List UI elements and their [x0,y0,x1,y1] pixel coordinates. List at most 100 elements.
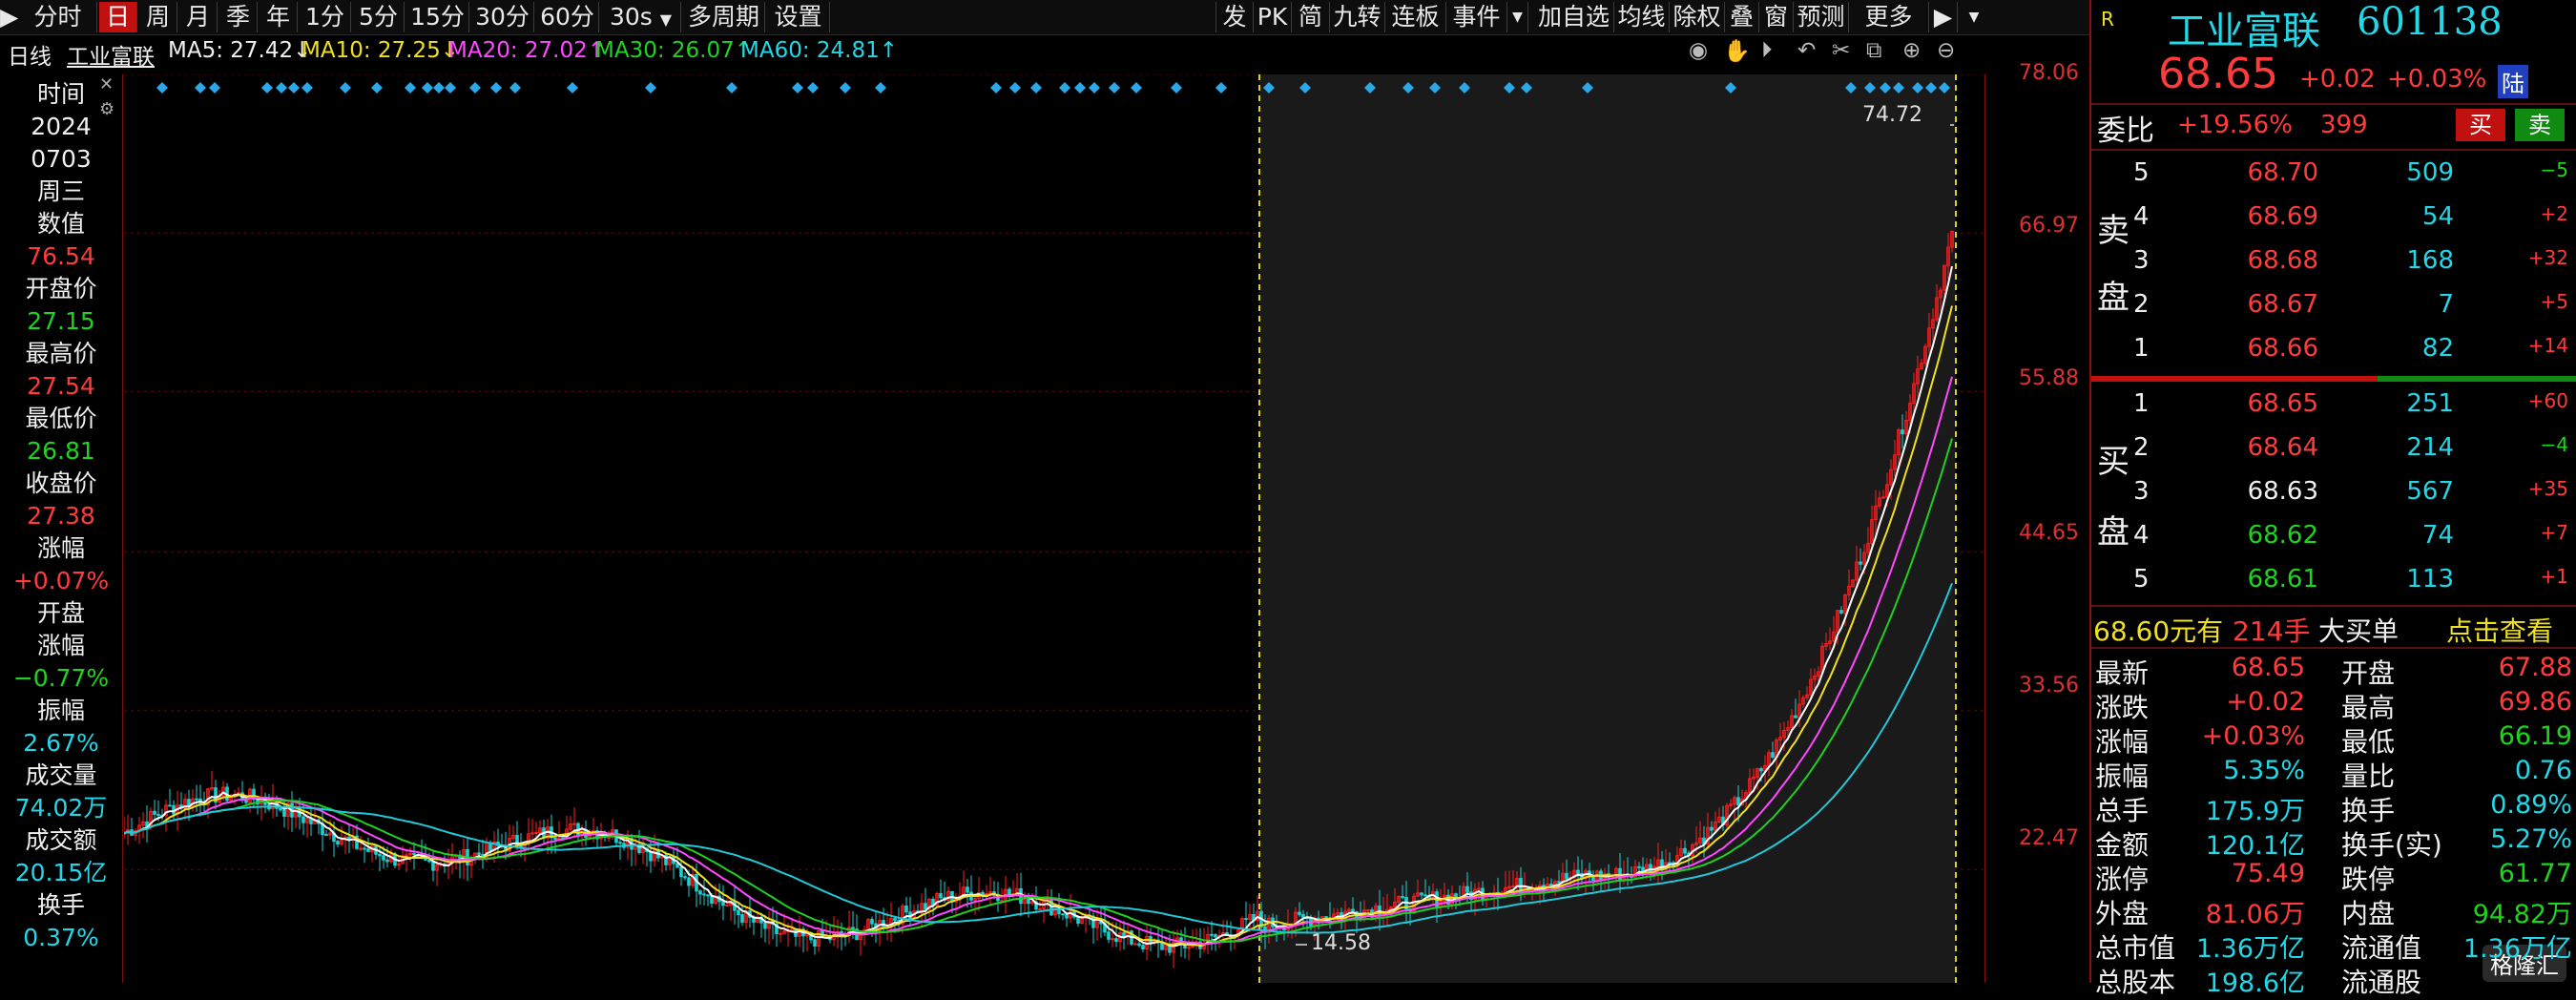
stat-value: 66.19 [2498,721,2572,751]
candle-body [1137,943,1141,947]
tab-week[interactable]: 周 [139,2,177,32]
zoom-out-icon[interactable]: ⊖ [1937,38,1955,63]
book-change: +14 [2527,334,2568,357]
tab-month[interactable]: 月 [179,2,218,32]
eye-icon[interactable]: ◉ [1689,38,1708,63]
candle-body [378,853,382,857]
stat-value: 69.86 [2498,687,2572,717]
btn-window[interactable]: 窗 [1759,2,1794,32]
candle-body [572,823,576,825]
zoom-in-icon[interactable]: ⊕ [1902,38,1921,63]
candle-body [1210,933,1214,936]
ma5-value: MA5: 27.42↓ [168,38,312,63]
candle-body [363,847,366,850]
play-icon[interactable]: ▶ [0,2,18,32]
btn-exright[interactable]: 除权 [1670,2,1725,32]
amount-label: 成交额 [25,826,97,854]
buy-side-label-2: 盘 [2097,513,2129,552]
book-change: +35 [2527,477,2568,500]
stat-label: 涨跌 [2095,692,2150,723]
stat-label: 外盘 [2095,898,2150,929]
tab-30s-dropdown[interactable]: 30s ▼ [601,2,681,32]
event-diamond-icon [288,82,300,94]
tab-settings[interactable]: 设置 [767,2,830,32]
event-diamond-icon [875,82,886,94]
tab-day[interactable]: 日 [99,2,137,32]
btn-lianban[interactable]: 连板 [1385,2,1446,32]
sell-button[interactable]: 卖 [2515,109,2565,141]
candle-body [282,809,286,817]
share-icon[interactable]: ⧉ [1866,38,1881,63]
stock-name: 工业富联 [2168,10,2320,53]
book-volume: 74 [2421,521,2454,550]
candle-body [1557,881,1561,884]
btn-pk[interactable]: PK [1254,2,1292,32]
close-label: 收盘价 [25,469,97,497]
tab-season[interactable]: 季 [219,2,258,32]
undo-icon[interactable]: ↶ [1797,38,1816,63]
kline-svg[interactable] [122,73,1984,983]
candle-body [1794,715,1797,719]
book-level: 2 [2133,433,2150,462]
candle-body [721,901,725,906]
btn-overlay[interactable]: 叠 [1725,2,1759,32]
tab-15min[interactable]: 15分 [406,2,469,32]
btn-fa[interactable]: 发 [1215,2,1254,32]
stat-value: 175.9万 [2205,797,2305,826]
book-volume: 567 [2406,477,2454,506]
btn-add-watchlist[interactable]: 加自选 [1534,2,1614,32]
btn-forecast[interactable]: 预测 [1794,2,1849,32]
book-price: 68.68 [2247,246,2318,275]
event-diamond-icon [422,82,433,94]
btn-more[interactable]: 更多 [1849,2,1929,32]
candle-body [939,893,943,899]
candle-body [779,932,782,935]
buy-button[interactable]: 买 [2456,109,2505,141]
stock-name-label[interactable]: 工业富联 [67,38,155,71]
kline-chart[interactable]: 74.72 14.58 [122,73,1984,983]
book-level: 1 [2133,389,2150,418]
btn-ma[interactable]: 均线 [1614,2,1670,32]
high-label: 最高价 [25,340,97,367]
more-caret-icon[interactable]: ▼ [1960,2,1988,32]
btn-events[interactable]: 事件 [1446,2,1507,32]
stat-label: 换手 [2341,795,2396,826]
candle-body [1214,934,1217,938]
turnover-label: 换手 [36,891,85,919]
tab-1min[interactable]: 1分 [300,2,351,32]
tab-year[interactable]: 年 [260,2,298,32]
ma60-value: MA60: 24.81↑ [740,38,899,63]
book-level: 1 [2133,334,2150,363]
btn-jian[interactable]: 简 [1292,2,1330,32]
btn-jiuzhuan[interactable]: 九转 [1330,2,1385,32]
tab-multi-period[interactable]: 多周期 [683,2,765,32]
tab-minute[interactable]: 分时 [19,2,97,32]
tab-60min[interactable]: 60分 [536,2,599,32]
tab-5min[interactable]: 5分 [353,2,405,32]
event-diamond-icon [1059,82,1070,94]
stat-value: 94.82万 [2472,900,2572,929]
candle-body [740,914,744,923]
tab-30min[interactable]: 30分 [471,2,534,32]
value-value: 76.54 [27,242,95,270]
book-price: 68.64 [2247,433,2318,462]
candle-body [385,859,389,863]
book-change: −4 [2540,433,2568,456]
candle-body [1065,913,1069,919]
stat-value: 68.65 [2231,653,2305,682]
candle-body [431,861,435,871]
scissors-icon[interactable]: ✂ [1832,38,1850,63]
play-circle-icon[interactable]: ⏵ [1761,38,1773,63]
hand-icon[interactable]: ✋ [1723,38,1751,64]
book-level: 4 [2133,521,2150,550]
year-value: 2024 [31,113,92,140]
events-caret-icon[interactable]: ▼ [1507,2,1528,32]
candle-body [1683,847,1687,854]
change-value: +0.07% [12,567,110,594]
event-diamond-icon [1089,82,1100,94]
candle-body [553,837,557,840]
bigbuy-link[interactable]: 点击查看 [2446,611,2553,649]
exit-icon[interactable]: ▶ [1929,2,1958,32]
amount-value: 20.15亿 [14,859,108,886]
book-level: 3 [2133,477,2150,506]
